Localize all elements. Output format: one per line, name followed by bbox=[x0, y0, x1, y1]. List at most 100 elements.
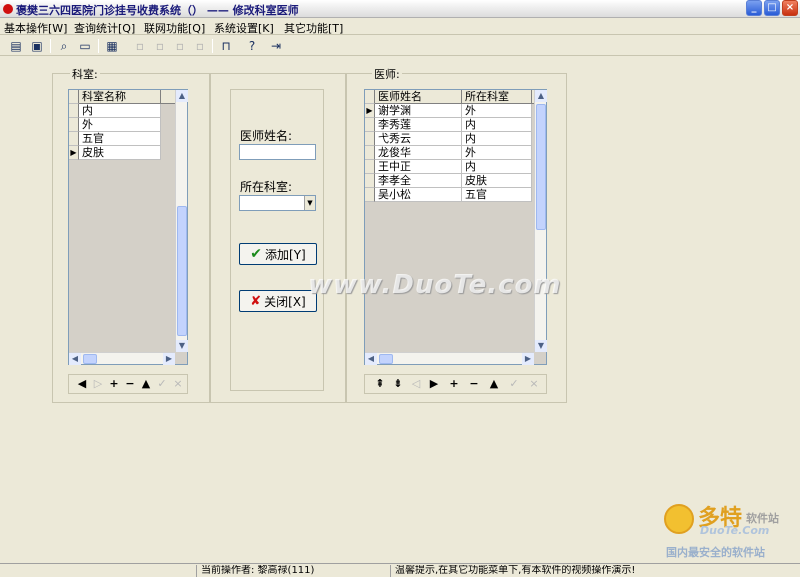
cell-department[interactable]: 五官 bbox=[462, 188, 532, 202]
doctor-vertical-scrollbar[interactable]: ▲ ▼ bbox=[534, 90, 547, 352]
cell-doctor-name[interactable]: 吴小松 bbox=[375, 188, 462, 202]
grid-corner bbox=[365, 90, 375, 104]
minimize-icon[interactable]: _ bbox=[746, 0, 762, 16]
menu-basic-ops[interactable]: 基本操作[W] bbox=[4, 20, 67, 36]
window-list-icon[interactable]: ▣ bbox=[29, 38, 45, 54]
cell-department[interactable]: 外 bbox=[462, 104, 532, 118]
help-icon[interactable]: ? bbox=[244, 38, 260, 54]
disabled-tool-icon: ▫ bbox=[155, 39, 165, 53]
cell-doctor-name[interactable]: 谢学渊 bbox=[375, 104, 462, 118]
delete-record-icon[interactable]: − bbox=[467, 377, 481, 391]
grid-corner bbox=[69, 90, 79, 104]
lock-icon[interactable]: ⊓ bbox=[218, 38, 234, 54]
menu-settings[interactable]: 系统设置[K] bbox=[214, 20, 274, 36]
insert-record-icon[interactable]: + bbox=[107, 377, 121, 391]
department-horizontal-scrollbar[interactable]: ◀ ▶ bbox=[69, 352, 175, 365]
cell-doctor-name[interactable]: 李孝全 bbox=[375, 174, 462, 188]
row-indicator bbox=[69, 118, 79, 132]
window-icon[interactable]: ▤ bbox=[8, 38, 24, 54]
exit-icon[interactable]: ⇥ bbox=[268, 38, 284, 54]
scroll-down-icon[interactable]: ▼ bbox=[535, 340, 547, 352]
maximize-icon[interactable]: □ bbox=[764, 0, 780, 16]
watermark: www.DuoTe.com bbox=[308, 270, 562, 300]
calculator-icon[interactable]: ▦ bbox=[104, 38, 120, 54]
scroll-right-icon[interactable]: ▶ bbox=[522, 353, 534, 365]
cancel-edit-icon: × bbox=[529, 377, 539, 390]
delete-record-icon[interactable]: − bbox=[123, 377, 137, 391]
scroll-up-icon[interactable]: ▲ bbox=[535, 90, 547, 102]
doctor-horizontal-scrollbar[interactable]: ◀ ▶ bbox=[365, 352, 534, 365]
menu-other[interactable]: 其它功能[T] bbox=[284, 20, 343, 36]
toolbar-separator bbox=[50, 39, 51, 53]
doctor-grid[interactable]: 医师姓名 所在科室 ▶ 谢学渊 外 李秀莲 内 弋秀云 内 龙俊华 外 王中正 … bbox=[364, 89, 547, 365]
logo-slogan: 国内最安全的软件站 bbox=[666, 546, 765, 559]
cell-department[interactable]: 外 bbox=[462, 146, 532, 160]
close-icon[interactable]: × bbox=[782, 0, 798, 16]
menu-query-stats[interactable]: 查询统计[Q] bbox=[74, 20, 135, 36]
first-record-icon[interactable]: ⇞ bbox=[373, 377, 387, 391]
current-row-indicator-icon: ▶ bbox=[365, 104, 375, 118]
department-group-label: 科室: bbox=[70, 66, 100, 82]
row-indicator bbox=[365, 132, 375, 146]
scroll-up-icon[interactable]: ▲ bbox=[176, 90, 188, 102]
duote-logo: 多特 软件站 DuoTe.Com 国内最安全的软件站 bbox=[660, 498, 796, 560]
cell-doctor-name[interactable]: 王中正 bbox=[375, 160, 462, 174]
doctor-name-field[interactable] bbox=[239, 144, 316, 160]
column-header-doctor-name[interactable]: 医师姓名 bbox=[375, 90, 462, 104]
post-edit-icon: ✓ bbox=[157, 377, 167, 390]
menu-bar: 基本操作[W] 查询统计[Q] 联网功能[Q] 系统设置[K] 其它功能[T] bbox=[0, 18, 800, 35]
edit-record-icon[interactable]: ▲ bbox=[139, 377, 153, 391]
scroll-thumb[interactable] bbox=[536, 104, 546, 230]
cell-dept-name[interactable]: 内 bbox=[79, 104, 161, 118]
scroll-down-icon[interactable]: ▼ bbox=[176, 340, 188, 352]
doctor-group-label: 医师: bbox=[372, 66, 402, 82]
scroll-right-icon[interactable]: ▶ bbox=[163, 353, 175, 365]
department-grid[interactable]: 科室名称 内 外 五官 ▶ 皮肤 ▲ ▼ ◀ ▶ bbox=[68, 89, 188, 365]
toolbar-separator bbox=[98, 39, 99, 53]
scroll-left-icon[interactable]: ◀ bbox=[69, 353, 81, 365]
cell-doctor-name[interactable]: 弋秀云 bbox=[375, 132, 462, 146]
toolbar-separator bbox=[212, 39, 213, 53]
cell-department[interactable]: 内 bbox=[462, 118, 532, 132]
disabled-tool-icon: ▫ bbox=[195, 39, 205, 53]
department-select[interactable]: ▼ bbox=[239, 195, 316, 211]
doctor-grid-header: 医师姓名 所在科室 bbox=[365, 90, 534, 104]
cell-dept-name[interactable]: 皮肤 bbox=[79, 146, 161, 160]
menu-network[interactable]: 联网功能[Q] bbox=[144, 20, 205, 36]
cell-dept-name[interactable]: 五官 bbox=[79, 132, 161, 146]
cell-department[interactable]: 内 bbox=[462, 160, 532, 174]
scroll-left-icon[interactable]: ◀ bbox=[365, 353, 377, 365]
prior-record-icon[interactable]: ◀ bbox=[75, 377, 89, 391]
last-record-icon[interactable]: ⇟ bbox=[391, 377, 405, 391]
close-button[interactable]: ✘ 关闭[X] bbox=[239, 290, 317, 312]
cell-doctor-name[interactable]: 龙俊华 bbox=[375, 146, 462, 160]
preview-icon[interactable]: ⌕ bbox=[56, 38, 72, 54]
cancel-edit-icon: × bbox=[173, 377, 183, 390]
row-indicator bbox=[365, 174, 375, 188]
disabled-tool-icon: ▫ bbox=[135, 39, 145, 53]
prior-record-icon: ◁ bbox=[411, 377, 421, 390]
department-navigator: ◀ ▷ + − ▲ ✓ × bbox=[68, 374, 188, 394]
column-header-dept-name[interactable]: 科室名称 bbox=[79, 90, 161, 104]
scroll-thumb[interactable] bbox=[83, 354, 97, 364]
cell-doctor-name[interactable]: 李秀莲 bbox=[375, 118, 462, 132]
cell-department[interactable]: 皮肤 bbox=[462, 174, 532, 188]
insert-record-icon[interactable]: + bbox=[447, 377, 461, 391]
chevron-down-icon[interactable]: ▼ bbox=[304, 196, 315, 210]
cell-dept-name[interactable]: 外 bbox=[79, 118, 161, 132]
next-record-icon[interactable]: ▶ bbox=[427, 377, 441, 391]
scroll-thumb[interactable] bbox=[177, 206, 187, 336]
row-indicator bbox=[69, 104, 79, 118]
message-icon[interactable]: ▭ bbox=[77, 38, 93, 54]
app-icon bbox=[3, 4, 13, 14]
current-row-indicator-icon: ▶ bbox=[69, 146, 79, 160]
scroll-thumb[interactable] bbox=[379, 354, 393, 364]
status-tip: 温馨提示,在其它功能菜单下,有本软件的视频操作演示! bbox=[390, 565, 800, 577]
edit-record-icon[interactable]: ▲ bbox=[487, 377, 501, 391]
column-header-department[interactable]: 所在科室 bbox=[462, 90, 532, 104]
department-grid-header: 科室名称 bbox=[69, 90, 175, 104]
department-vertical-scrollbar[interactable]: ▲ ▼ bbox=[175, 90, 188, 352]
logo-en: DuoTe.Com bbox=[700, 524, 770, 537]
cell-department[interactable]: 内 bbox=[462, 132, 532, 146]
add-button[interactable]: ✔ 添加[Y] bbox=[239, 243, 317, 265]
